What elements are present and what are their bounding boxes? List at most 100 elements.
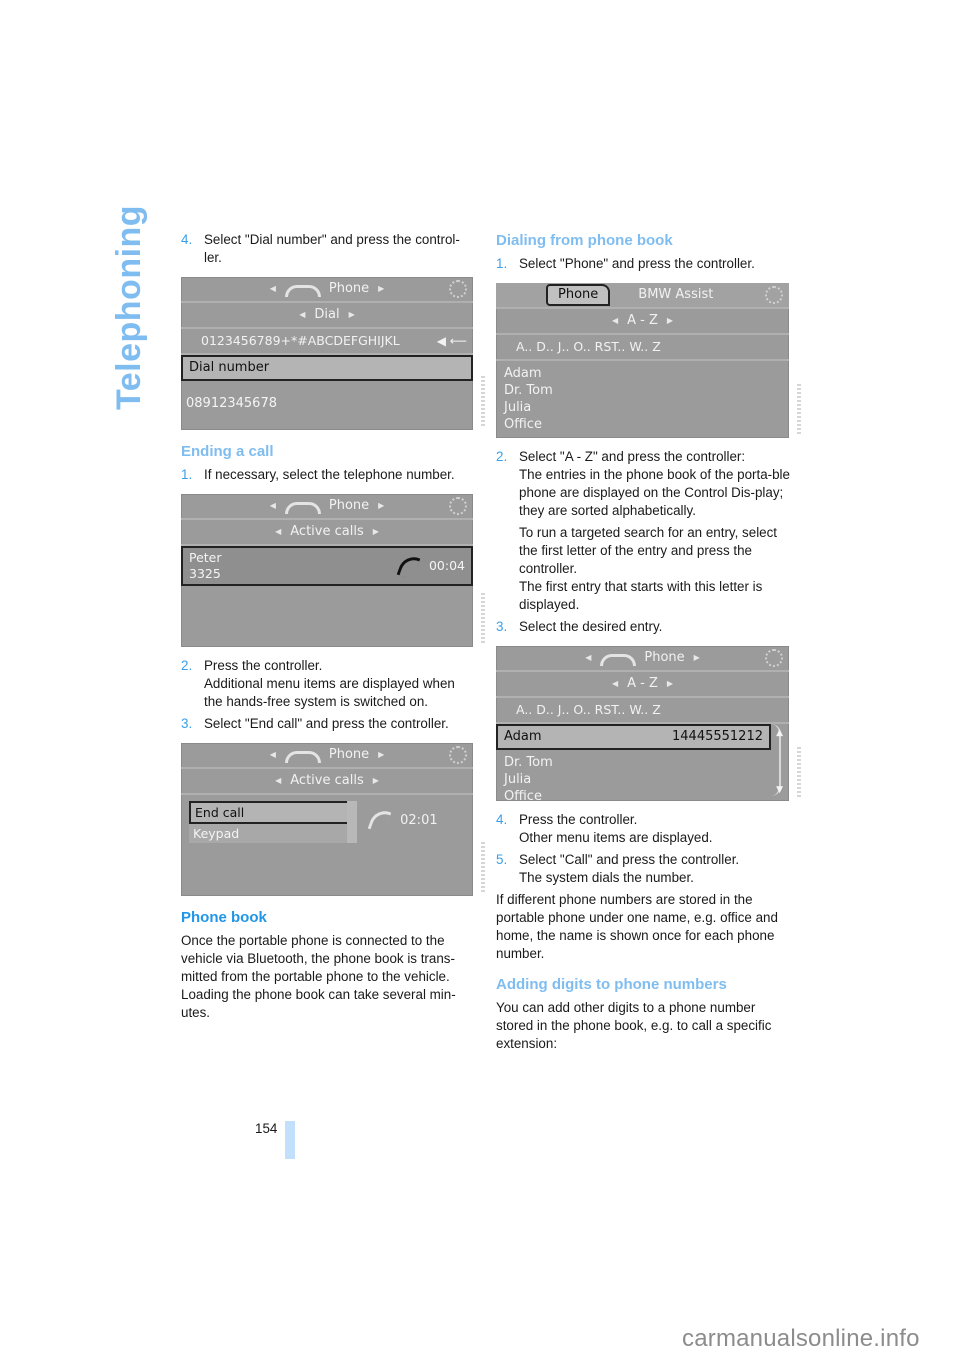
active-call-icon: [367, 806, 392, 835]
submenu-label: Active calls: [290, 773, 364, 788]
step-note: The entries in the phone book of the por…: [519, 467, 790, 518]
phone-book-text: Once the portable phone is connected to …: [181, 933, 456, 1020]
arrow-left-icon: ◀: [275, 776, 282, 785]
dial-number-label: Dial number: [189, 360, 270, 375]
arrow-left-icon: ◀: [275, 527, 282, 536]
arrow-right-icon: ▶: [666, 316, 674, 325]
entered-number: 08912345678: [186, 396, 277, 411]
step-text: Select "A - Z" and press the controller:: [519, 449, 746, 464]
menu-title-row: ◀ Phone ▶: [496, 646, 789, 672]
letter-groups: A.. D.. J.. O.. RST.. W.. Z: [516, 339, 661, 354]
arrow-left-icon: ◀: [269, 284, 276, 293]
step-note: To run a targeted search for an entry, s…: [519, 525, 778, 576]
step-2: 2. Press the controller. Additional menu…: [181, 657, 473, 711]
step-dial-number: 4. Select "Dial number" and press the co…: [181, 231, 473, 267]
contact-name: Adam: [504, 729, 542, 744]
heading-adding-digits: Adding digits to phone numbers: [496, 976, 727, 993]
menu-scrollbar: [347, 801, 357, 843]
image-code-mark: [797, 384, 801, 434]
step-number: 3.: [181, 716, 193, 731]
right-column: Dialing from phone book 1. Select "Phone…: [496, 231, 801, 1057]
menu-title: Phone: [644, 650, 685, 665]
phone-handset-icon: [284, 285, 321, 297]
menu-title: Phone: [328, 498, 370, 513]
step-4: 4. Press the controller. Other menu item…: [496, 811, 796, 847]
menu-title: Phone: [328, 281, 370, 296]
controller-icon: [765, 649, 783, 667]
chapter-title: Telephoning: [110, 204, 148, 410]
arrow-right-icon: ▶: [348, 310, 355, 319]
step-text: Select "Call" and press the controller.: [519, 852, 740, 867]
delete-backspace-icons: ◀ ⟵: [436, 334, 467, 348]
submenu-row: ◀ Active calls ▶: [181, 769, 473, 795]
step-note: Additional menu items are displayed when…: [204, 676, 455, 709]
arrow-right-icon: ▶: [378, 750, 385, 759]
image-code-mark: [797, 747, 801, 797]
tab-row: Phone BMW Assist: [496, 283, 789, 309]
arrow-right-icon: ▶: [378, 501, 385, 510]
tab-bmw-assist: BMW Assist: [638, 287, 714, 302]
step-text: If necessary, select the telephone numbe…: [204, 467, 455, 482]
menu-item-keypad: Keypad: [189, 824, 357, 843]
step-text: Select "Dial number" and press the contr…: [204, 232, 460, 265]
selected-contact: Adam 14445551212: [496, 724, 771, 750]
step-number: 4.: [181, 232, 193, 247]
step-5: 5. Select "Call" and press the controlle…: [496, 851, 796, 887]
tab-phone: Phone: [546, 284, 611, 306]
heading-dialing-from-phone-book: Dialing from phone book: [496, 232, 673, 249]
char-set: 0123456789+*#ABCDEFGHIJKL: [201, 333, 400, 348]
step-text: Select "Phone" and press the controller.: [519, 256, 755, 271]
contact-entry: Office: [504, 417, 542, 432]
letter-index: A.. D.. J.. O.. RST.. W.. Z: [496, 335, 789, 361]
submenu-label: A - Z: [627, 676, 658, 691]
step-number: 2.: [181, 658, 193, 673]
menu-title-row: ◀ Phone ▶: [181, 277, 473, 303]
screen-entry-selected: ◀ Phone ▶ ◀ A - Z ▶ A.. D.. J.. O.. RST.…: [496, 646, 801, 804]
page-number: 154: [255, 1121, 278, 1136]
contact-entry: Dr. Tom: [504, 383, 553, 398]
arrow-left-icon: ◀: [611, 679, 619, 688]
controller-icon: [449, 746, 467, 764]
heading-phone-book: Phone book: [181, 909, 267, 926]
step-1: 1. Select "Phone" and press the controll…: [496, 255, 796, 273]
multi-number-text: If different phone numbers are stored in…: [496, 892, 778, 961]
arrow-left-icon: ◀: [269, 750, 276, 759]
menu-title-row: ◀ Phone ▶: [181, 743, 473, 769]
heading-ending-call: Ending a call: [181, 443, 274, 460]
arrow-left-icon: ◀: [299, 310, 306, 319]
contact-entry: Julia: [504, 772, 532, 787]
step-number: 3.: [496, 619, 508, 634]
step-number: 1.: [496, 256, 508, 271]
submenu-row: ◀ Dial ▶: [181, 303, 473, 329]
letter-groups: A.. D.. J.. O.. RST.. W.. Z: [516, 702, 661, 717]
screen-end-call: ◀ Phone ▶ ◀ Active calls ▶ End call Keyp…: [181, 743, 485, 896]
step-note: The first entry that starts with this le…: [519, 579, 763, 612]
contact-entry: Dr. Tom: [504, 755, 553, 770]
submenu-label: Active calls: [290, 524, 364, 539]
contact-number: 14445551212: [672, 729, 763, 744]
screen-phone-book: Phone BMW Assist ◀ A - Z ▶ A.. D.. J.. O…: [496, 283, 801, 438]
contact-list: Adam Dr. Tom Julia Office: [496, 361, 789, 437]
contact-entry: Adam: [504, 366, 542, 381]
step-number: 4.: [496, 812, 508, 827]
arrow-right-icon: ▶: [372, 776, 379, 785]
step-note: Other menu items are displayed.: [519, 830, 713, 845]
screen-dial: ◀ Phone ▶ ◀ Dial ▶ 0123456789+*#ABCDEFGH…: [181, 277, 485, 430]
step-1: 1. If necessary, select the telephone nu…: [181, 466, 473, 484]
call-timer: 02:01: [367, 806, 438, 835]
phone-handset-icon: [600, 654, 637, 666]
active-call-row: Peter 3325 00:04: [181, 546, 473, 586]
submenu-row: ◀ Active calls ▶: [181, 520, 473, 546]
step-text: Select the desired entry.: [519, 619, 663, 634]
submenu-row: ◀ A - Z ▶: [496, 672, 789, 698]
contact-list: Dr. Tom Julia Office: [496, 750, 789, 809]
step-3: 3. Select the desired entry.: [496, 618, 796, 636]
call-duration: 02:01: [400, 813, 438, 828]
arrow-left-icon: ◀: [269, 501, 276, 510]
arrow-left-icon: ◀: [611, 316, 619, 325]
call-duration: 00:04: [428, 557, 465, 573]
contact-entry: Julia: [504, 400, 532, 415]
watermark: carmanualsonline.info: [682, 1325, 920, 1352]
arrow-right-icon: ▶: [666, 679, 674, 688]
submenu-label: A - Z: [627, 313, 658, 328]
